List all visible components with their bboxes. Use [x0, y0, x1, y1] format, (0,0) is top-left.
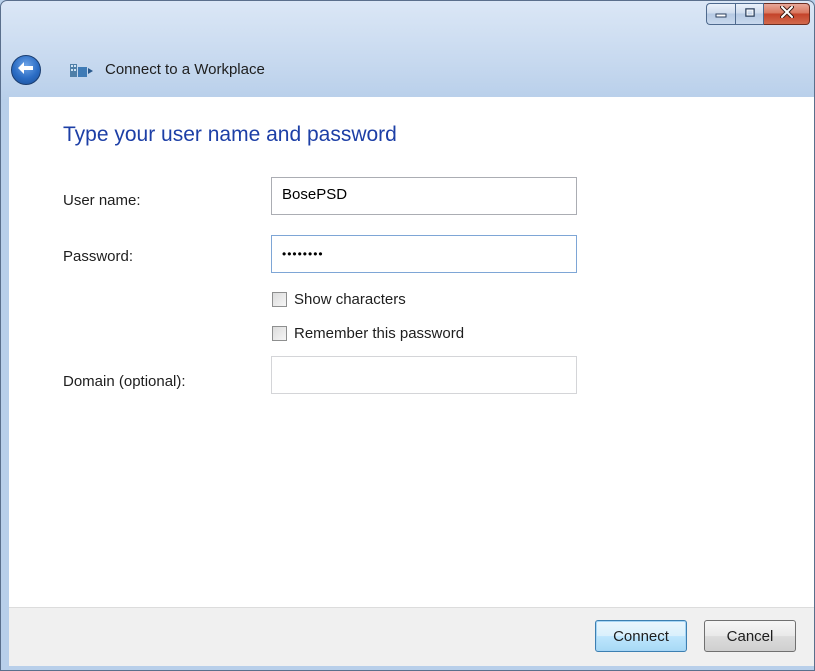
connect-button[interactable]: Connect: [595, 620, 687, 652]
username-label: User name:: [63, 192, 141, 209]
remember-password-row[interactable]: Remember this password: [272, 323, 464, 343]
title-bar: [1, 1, 814, 47]
maximize-icon: [744, 5, 756, 23]
close-icon: [779, 5, 794, 23]
caption-buttons: [706, 3, 810, 25]
page-heading: Type your user name and password: [63, 123, 397, 146]
close-button[interactable]: [764, 3, 810, 25]
remember-password-label: Remember this password: [294, 324, 465, 342]
button-bar: Connect Cancel: [9, 607, 814, 666]
username-field[interactable]: BosePSD: [271, 177, 577, 215]
domain-field[interactable]: [271, 356, 577, 394]
minimize-icon: [715, 5, 727, 23]
remember-password-checkbox[interactable]: [272, 325, 287, 341]
password-field[interactable]: ••••••••: [271, 235, 577, 273]
content-area: Type your user name and password User na…: [9, 97, 814, 607]
window-title: Connect to a Workplace: [105, 61, 265, 78]
dialog-window: Connect to a Workplace Type your user na…: [0, 0, 815, 671]
show-characters-row[interactable]: Show characters: [272, 289, 406, 309]
username-value: BosePSD: [282, 186, 348, 203]
minimize-button[interactable]: [706, 3, 735, 25]
navigation-bar: Connect to a Workplace: [1, 51, 814, 91]
show-characters-checkbox[interactable]: [272, 291, 287, 307]
back-arrow-icon: [17, 60, 35, 81]
maximize-button[interactable]: [735, 3, 764, 25]
workplace-connection-icon: [70, 63, 94, 79]
password-value: ••••••••: [282, 247, 324, 261]
cancel-button[interactable]: Cancel: [704, 620, 796, 652]
back-button[interactable]: [11, 55, 41, 85]
password-label: Password:: [63, 248, 134, 265]
show-characters-label: Show characters: [294, 290, 406, 308]
domain-label: Domain (optional):: [63, 373, 186, 390]
